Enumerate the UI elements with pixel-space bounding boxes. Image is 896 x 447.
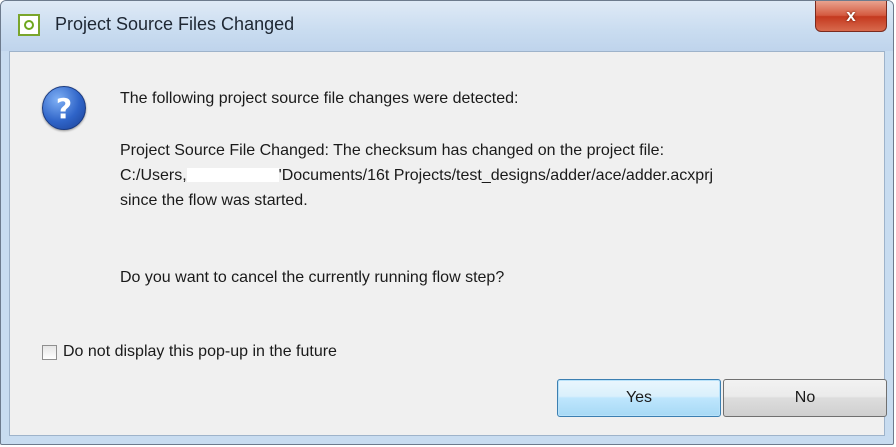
dialog-window: Project Source Files Changed x ? The fol… [0, 0, 894, 445]
no-button[interactable]: No [723, 379, 887, 417]
close-button[interactable]: x [815, 1, 887, 32]
question-icon: ? [42, 86, 86, 130]
redacted-username [186, 168, 279, 182]
dont-show-again-row[interactable]: Do not display this pop-up in the future [42, 343, 337, 361]
app-icon [18, 14, 40, 36]
window-title: Project Source Files Changed [55, 14, 295, 34]
message-detail-line3: since the flow was started. [120, 192, 308, 209]
title-bar[interactable]: Project Source Files Changed x [1, 1, 893, 51]
close-icon: x [846, 6, 856, 25]
message-path-line: C:/Users, 'Documents/16t Projects/test_de… [120, 167, 713, 185]
path-prefix: C:/Users, [120, 167, 187, 184]
dont-show-again-checkbox[interactable] [42, 344, 57, 360]
message-header: The following project source file change… [120, 90, 519, 107]
path-suffix: 'Documents/16t Projects/test_designs/add… [278, 167, 714, 184]
dont-show-again-label[interactable]: Do not display this pop-up in the future [63, 343, 337, 361]
message-detail-line1: Project Source File Changed: The checksu… [120, 142, 665, 159]
dialog-body: ? The following project source file chan… [9, 51, 887, 436]
yes-button[interactable]: Yes [557, 379, 721, 417]
message-question: Do you want to cancel the currently runn… [120, 269, 505, 286]
